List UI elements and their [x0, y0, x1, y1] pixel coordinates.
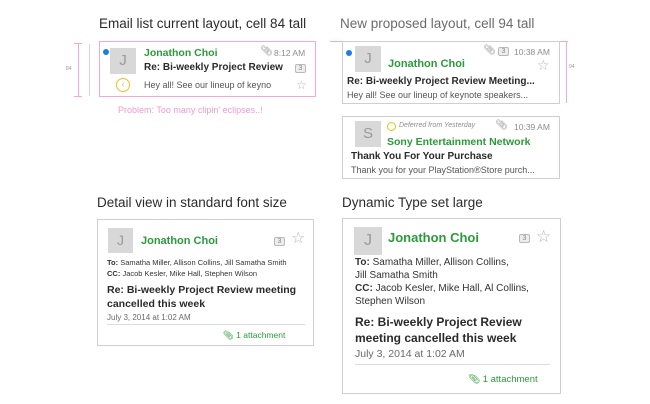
timestamp: 10:39 AM — [514, 122, 550, 132]
star-icon[interactable]: ☆ — [536, 228, 551, 245]
problem-note: Problem: Too many clipin' eclipses..! — [118, 105, 263, 115]
paperclip-icon: 📎︎ — [223, 330, 234, 340]
heading-detail-standard: Detail view in standard font size — [97, 195, 287, 210]
to-recipients: To: Samatha Miller, Allison Collins, Jil… — [107, 258, 287, 267]
sender-name: Jonathon Choi — [144, 47, 218, 59]
attachment-link[interactable]: 📎︎ 1 attachment — [223, 330, 285, 341]
star-icon[interactable]: ☆ — [537, 58, 550, 72]
email-cell-proposed[interactable]: J Jonathon Choi 📎︎ 3 10:38 AM ☆ Re: Bi-w… — [342, 41, 560, 104]
subject: Thank You For Your Purchase — [351, 151, 493, 162]
paperclip-icon: 📎︎ — [495, 120, 508, 131]
thread-count-badge: 3 — [295, 64, 306, 73]
spacing-guide — [89, 44, 90, 96]
detail-view-large: J Jonathon Choi 3 ☆ To: Samatha Miller, … — [342, 218, 561, 394]
ruler-tick-bottom — [74, 96, 82, 97]
height-ruler-proposed — [566, 41, 567, 103]
timestamp: 8:12 AM — [274, 48, 306, 58]
unread-dot — [346, 50, 352, 56]
avatar: J — [354, 227, 382, 255]
avatar: S — [355, 121, 381, 147]
email-cell-deferred[interactable]: S Deferred from Yesterday 📎︎ 10:39 AM So… — [342, 116, 560, 179]
email-cell-current[interactable]: J Jonathon Choi 📎︎ 8:12 AM Re: Bi-weekly… — [99, 41, 316, 97]
thread-count-badge: 3 — [274, 237, 285, 246]
paperclip-icon: 📎︎ — [468, 374, 481, 385]
thread-count-badge: 3 — [519, 234, 530, 243]
attachment-label: 1 attachment — [482, 374, 538, 385]
sender-name: Jonathon Choi — [388, 230, 479, 245]
subject-line-2: meeting cancelled this week — [355, 331, 517, 345]
heading-current-layout: Email list current layout, cell 84 tall — [99, 16, 307, 31]
to-recipients: To: Samatha Miller, Allison Collins, — [355, 257, 509, 268]
sender-name: Sony Entertainment Network — [387, 136, 531, 148]
cc-list-line-1: Jacob Kesler, Mike Hall, Al Collins, — [375, 283, 529, 294]
cc-list: Jacob Kesler, Mike Hall, Stephen Wilson — [122, 269, 258, 278]
preview-text: Hey all! See our lineup of keyno — [144, 80, 272, 90]
divider — [355, 364, 550, 365]
to-list-line-2: Jill Samatha Smith — [355, 270, 438, 281]
star-icon[interactable]: ☆ — [291, 231, 305, 247]
sender-name: Jonathon Choi — [388, 58, 465, 70]
cc-label: CC: — [355, 283, 373, 294]
heading-proposed-layout: New proposed layout, cell 94 tall — [340, 16, 535, 31]
avatar: J — [355, 46, 381, 72]
heading-dynamic-type: Dynamic Type set large — [342, 195, 483, 210]
height-label-proposed: 94 — [569, 64, 575, 70]
paperclip-icon: 📎︎ — [483, 45, 496, 56]
sender-name: Jonathon Choi — [141, 235, 218, 247]
subject: Re: Bi-weekly Project Review — [144, 62, 283, 73]
subject-line-1: Re: Bi-weekly Project Review — [355, 315, 522, 329]
to-list: Samatha Miller, Allison Collins, Jill Sa… — [120, 258, 287, 267]
sent-date: July 3, 2014 at 1:02 AM — [355, 348, 465, 360]
divider — [107, 324, 305, 325]
subject-line-1: Re: Bi-weekly Project Review meeting — [107, 284, 297, 296]
to-list-line-1: Samatha Miller, Allison Collins, — [372, 257, 509, 268]
cc-recipients: CC: Jacob Kesler, Mike Hall, Stephen Wil… — [107, 269, 257, 278]
detail-view-standard: J Jonathon Choi 3 ☆ To: Samatha Miller, … — [97, 219, 314, 346]
cc-recipients: CC: Jacob Kesler, Mike Hall, Al Collins, — [355, 283, 529, 294]
sent-date: July 3, 2014 at 1:02 AM — [107, 313, 191, 322]
defer-clock-icon — [387, 122, 396, 131]
star-icon[interactable]: ☆ — [296, 79, 307, 91]
subject: Re: Bi-weekly Project Review Meeting... — [347, 76, 535, 87]
cc-list-line-2: Stephen Wilson — [355, 296, 426, 307]
preview-text: Thank you for your PlayStation®Store pur… — [351, 165, 535, 175]
avatar: J — [110, 48, 136, 74]
cc-label: CC: — [107, 269, 121, 278]
height-label-current: 84 — [66, 66, 72, 72]
preview-text: Hey all! See our lineup of keynote speak… — [347, 90, 529, 100]
timestamp: 10:38 AM — [514, 47, 550, 57]
unread-dot — [103, 49, 109, 55]
defer-clock-icon[interactable]: ‹ — [116, 78, 130, 92]
to-label: To: — [355, 257, 370, 268]
to-label: To: — [107, 258, 119, 267]
thread-count-badge: 3 — [498, 47, 509, 56]
avatar: J — [108, 228, 133, 253]
deferred-label: Deferred from Yesterday — [399, 122, 476, 129]
height-ruler-current — [78, 43, 79, 97]
attachment-label: 1 attachment — [236, 330, 286, 340]
attachment-link[interactable]: 📎︎ 1 attachment — [468, 374, 538, 385]
paperclip-icon: 📎︎ — [260, 46, 273, 57]
ruler-tick-top — [74, 43, 82, 44]
subject-line-2: cancelled this week — [107, 298, 206, 310]
